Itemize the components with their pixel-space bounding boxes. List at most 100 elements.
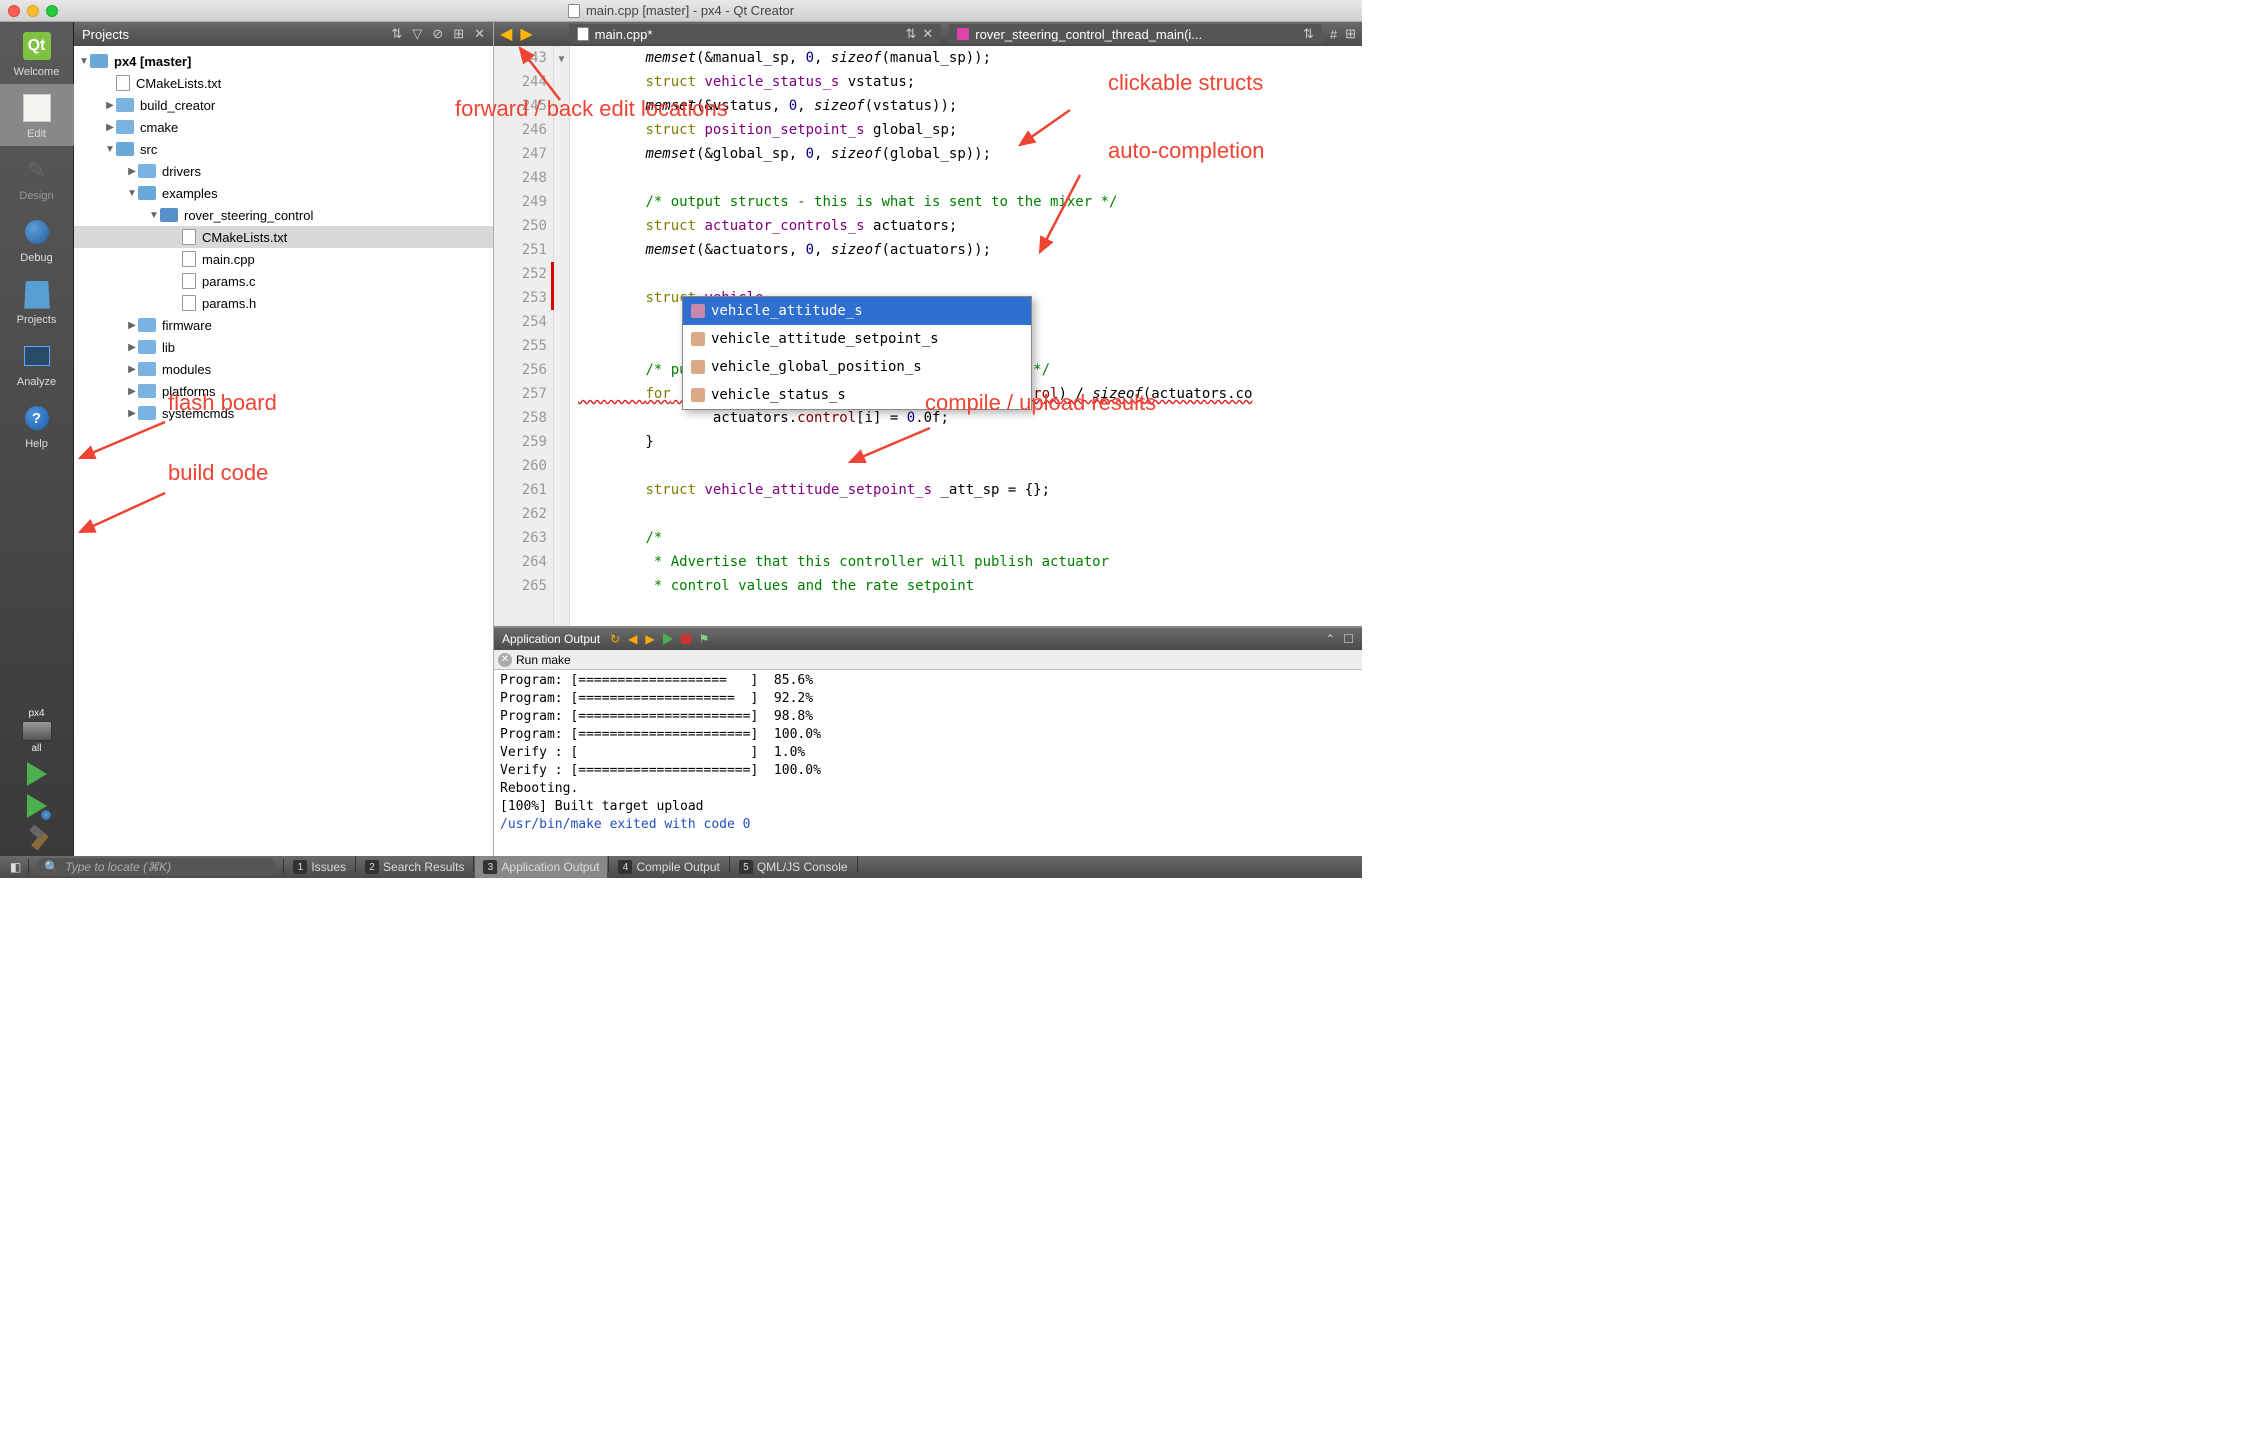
maximize-icon[interactable]: ☐ [1343,632,1354,646]
debug-icon [25,220,49,244]
qt-icon: Qt [23,32,51,60]
rerun-icon[interactable]: ↻ [610,632,620,646]
mode-bar: Qt Welcome Edit ✎ Design Debug Projects … [0,22,74,856]
debug-run-button[interactable] [27,794,47,818]
tree-root[interactable]: ▼px4 [master] [74,50,493,72]
attach-icon[interactable]: ⚑ [699,632,710,646]
split-editor-icon[interactable]: ⊞ [1345,26,1356,42]
kit-icon [22,721,52,741]
projects-panel: Projects ⇅ ▽ ⊘ ⊞ ✕ ▼px4 [master]CMakeLis… [74,22,494,856]
struct-icon [691,360,705,374]
target-selector[interactable]: px4 all [22,704,52,758]
play-icon [27,762,47,786]
editor-toolbar: ◀ ▶ main.cpp* ⇅ ✕ rover_steering_control… [494,22,1362,46]
bottom-tab[interactable]: 3Application Output [475,856,607,878]
tree-item[interactable]: ▶systemcmds [74,402,493,424]
line-marker-icon[interactable]: # [1330,27,1337,42]
function-icon [957,28,969,40]
struct-icon [691,304,705,318]
document-icon [568,4,580,18]
struct-icon [691,388,705,402]
output-header: Application Output ↻ ◀ ▶ ⚑ ⌃ ☐ [494,628,1362,650]
split-icon[interactable]: ⊞ [453,26,464,42]
mode-edit[interactable]: Edit [0,84,74,146]
dropdown-icon[interactable]: ⇅ [391,26,402,42]
tree-item[interactable]: CMakeLists.txt [74,72,493,94]
close-panel-icon[interactable]: ✕ [474,26,485,42]
editor-area: ◀ ▶ main.cpp* ⇅ ✕ rover_steering_control… [494,22,1362,856]
bottom-tab[interactable]: 2Search Results [357,856,472,878]
autocomplete-item[interactable]: vehicle_attitude_s [683,297,1031,325]
mode-design[interactable]: ✎ Design [0,146,74,208]
minimize-window[interactable] [27,5,39,17]
mode-debug[interactable]: Debug [0,208,74,270]
run-button[interactable] [27,762,47,786]
tree-item[interactable]: CMakeLists.txt [74,226,493,248]
close-output-tab-icon[interactable]: ✕ [498,653,512,667]
edit-icon [23,94,51,122]
tree-item[interactable]: ▶build_creator [74,94,493,116]
mode-projects[interactable]: Projects [0,270,74,332]
window-title: main.cpp [master] - px4 - Qt Creator [586,3,794,18]
tree-item[interactable]: ▶platforms [74,380,493,402]
line-gutter[interactable]: 2432442452462472482492502512522532542552… [494,46,554,626]
out-back-icon[interactable]: ◀ [628,632,637,646]
symbol-tab[interactable]: rover_steering_control_thread_main(i... … [949,24,1322,44]
tree-item[interactable]: ▶firmware [74,314,493,336]
design-icon: ✎ [21,154,53,186]
close-tab-icon[interactable]: ✕ [922,26,933,42]
filter-icon[interactable]: ▽ [412,26,422,42]
autocomplete-item[interactable]: vehicle_attitude_setpoint_s [683,325,1031,353]
play-debug-icon [27,794,47,818]
bottom-tab[interactable]: 1Issues [285,856,354,878]
fold-gutter[interactable]: ▼ [554,46,570,626]
bottom-tab[interactable]: 4Compile Output [610,856,727,878]
tree-item[interactable]: params.c [74,270,493,292]
output-body[interactable]: Program: [=================== ] 85.6%Pro… [494,670,1362,856]
tree-item[interactable]: ▼rover_steering_control [74,204,493,226]
autocomplete-item[interactable]: vehicle_status_s [683,381,1031,409]
sidebar-toggle-icon[interactable]: ◧ [4,860,27,874]
tree-item[interactable]: ▼src [74,138,493,160]
close-window[interactable] [8,5,20,17]
autocomplete-popup[interactable]: vehicle_attitude_s vehicle_attitude_setp… [682,296,1032,410]
tree-item[interactable]: params.h [74,292,493,314]
tree-item[interactable]: ▶lib [74,336,493,358]
project-tree[interactable]: ▼px4 [master]CMakeLists.txt▶build_creato… [74,46,493,856]
output-title: Application Output [502,632,600,646]
file-tab[interactable]: main.cpp* ⇅ ✕ [569,24,942,44]
tree-item[interactable]: ▶cmake [74,116,493,138]
help-icon: ? [25,406,49,430]
output-tab[interactable]: ✕ Run make [494,650,1362,670]
struct-icon [691,332,705,346]
code-editor[interactable]: 2432442452462472482492502512522532542552… [494,46,1362,626]
out-stop-icon[interactable] [681,634,691,644]
output-panel: Application Output ↻ ◀ ▶ ⚑ ⌃ ☐ [494,626,1362,856]
chevron-icon: ⇅ [1303,26,1314,42]
mode-help[interactable]: ? Help [0,394,74,456]
tree-item[interactable]: ▼examples [74,182,493,204]
analyze-icon [24,346,50,366]
collapse-icon[interactable]: ⌃ [1325,632,1335,646]
zoom-window[interactable] [46,5,58,17]
locator-input[interactable]: 🔍 Type to locate (⌘K) [36,858,276,876]
bottom-bar: ◧ 🔍 Type to locate (⌘K) 1Issues2Search R… [0,856,1362,878]
build-button[interactable] [24,826,50,852]
chevron-icon: ⇅ [905,26,916,42]
autocomplete-item[interactable]: vehicle_global_position_s [683,353,1031,381]
tree-item[interactable]: ▶modules [74,358,493,380]
file-icon [577,27,589,41]
tree-item[interactable]: main.cpp [74,248,493,270]
nav-forward-icon[interactable]: ▶ [520,24,532,44]
nav-back-icon[interactable]: ◀ [500,24,512,44]
tree-item[interactable]: ▶drivers [74,160,493,182]
out-fwd-icon[interactable]: ▶ [645,632,654,646]
projects-title: Projects [82,27,391,42]
mode-analyze[interactable]: Analyze [0,332,74,394]
change-marker [551,262,554,310]
mode-welcome[interactable]: Qt Welcome [0,22,74,84]
hammer-icon [24,826,50,852]
out-play-icon[interactable] [663,633,673,645]
bottom-tab[interactable]: 5QML/JS Console [731,856,856,878]
link-icon[interactable]: ⊘ [432,26,443,42]
